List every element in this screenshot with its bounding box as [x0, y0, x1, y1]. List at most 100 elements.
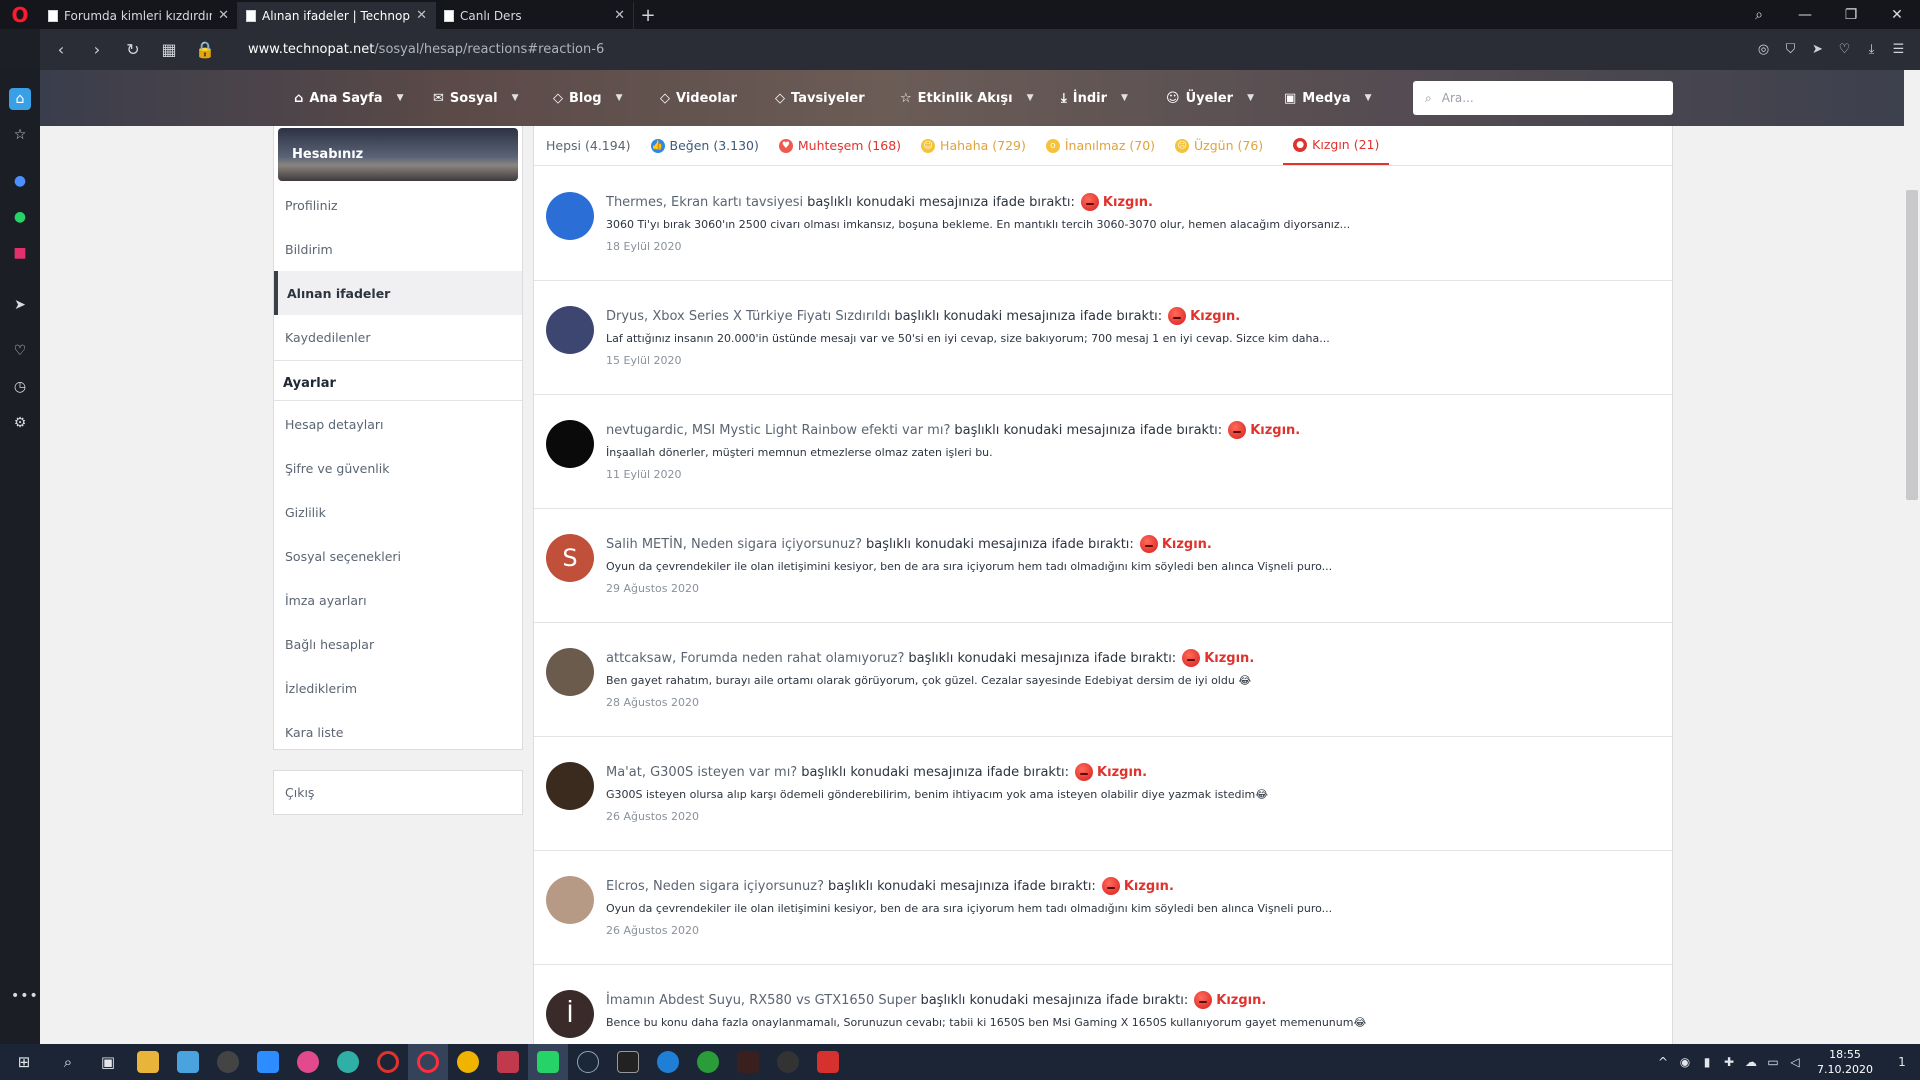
app-icon[interactable]: [488, 1044, 528, 1080]
file-explorer-icon[interactable]: [128, 1044, 168, 1080]
app-icon[interactable]: [728, 1044, 768, 1080]
task-view-icon[interactable]: ▣: [88, 1044, 128, 1080]
settings-item-izlediklerim[interactable]: İzlediklerim: [274, 666, 522, 710]
message-excerpt[interactable]: Ben gayet rahatım, burayı aile ortamı ol…: [606, 674, 1251, 687]
heart-icon[interactable]: ♡: [1831, 42, 1858, 57]
send-icon[interactable]: ➤: [1804, 42, 1831, 57]
tab-hahaha[interactable]: ☺ Hahaha (729): [921, 126, 1026, 165]
snapshot-icon[interactable]: ◎: [1750, 42, 1777, 57]
thread-link[interactable]: Salih METİN, Neden sigara içiyorsunuz?: [606, 537, 862, 552]
account-item-kaydedilenler[interactable]: Kaydedilenler: [274, 315, 522, 359]
nav-indir[interactable]: ⤓ İndir ▼: [1061, 70, 1128, 126]
messenger-icon[interactable]: ●: [9, 170, 31, 192]
account-item-profiliniz[interactable]: Profiliniz: [274, 183, 522, 227]
reaction-list-item[interactable]: Thermes, Ekran kartı tavsiyesi başlıklı k…: [534, 167, 1672, 281]
back-icon[interactable]: ‹: [46, 35, 76, 65]
settings-icon[interactable]: ⚙: [9, 412, 31, 434]
heart-icon[interactable]: ♡: [9, 340, 31, 362]
avatar[interactable]: [546, 876, 594, 924]
browser-tab-3[interactable]: Canlı Ders ✕: [436, 2, 634, 29]
browser-tab-2[interactable]: Alınan ifadeler | Technopat ✕: [238, 2, 436, 29]
instagram-icon[interactable]: ■: [9, 242, 31, 264]
account-item-alinan-ifadeler[interactable]: Alınan ifadeler: [274, 271, 522, 315]
thread-link[interactable]: Dryus, Xbox Series X Türkiye Fiyatı Sızd…: [606, 309, 890, 324]
reaction-list-item[interactable]: nevtugardic, MSI Mystic Light Rainbow ef…: [534, 395, 1672, 509]
nav-uyeler[interactable]: ☺ Üyeler ▼: [1166, 70, 1254, 126]
settings-item-sosyal-secenekleri[interactable]: Sosyal seçenekleri: [274, 534, 522, 578]
nav-tavsiyeler[interactable]: ◇ Tavsiyeler: [775, 70, 865, 126]
avatar[interactable]: [546, 420, 594, 468]
reaction-list-item[interactable]: Elcros, Neden sigara içiyorsunuz? başlıkl…: [534, 851, 1672, 965]
windows-start-icon[interactable]: ⊞: [0, 1044, 48, 1080]
opera-menu-icon[interactable]: O: [0, 0, 40, 29]
reaction-list-item[interactable]: attcaksaw, Forumda neden rahat olamıyoru…: [534, 623, 1672, 737]
settings-item-imza-ayarlari[interactable]: İmza ayarları: [274, 578, 522, 622]
shield-icon[interactable]: ⛉: [1777, 42, 1804, 57]
close-tab-icon[interactable]: ✕: [218, 8, 229, 23]
settings-item-kara-liste[interactable]: Kara liste: [274, 710, 522, 754]
zoom-icon[interactable]: [248, 1044, 288, 1080]
xbox-icon[interactable]: [688, 1044, 728, 1080]
close-tab-icon[interactable]: ✕: [416, 8, 427, 23]
reaction-list-item[interactable]: Ma'at, G300S isteyen var mı? başlıklı kon…: [534, 737, 1672, 851]
reaction-list-item[interactable]: Dryus, Xbox Series X Türkiye Fiyatı Sızd…: [534, 281, 1672, 395]
message-excerpt[interactable]: 3060 Ti'yı bırak 3060'ın 2500 civarı olm…: [606, 218, 1350, 231]
menu-icon[interactable]: ☰: [1885, 42, 1912, 57]
search-input[interactable]: ⌕ Ara...: [1413, 81, 1673, 115]
close-tab-icon[interactable]: ✕: [614, 8, 625, 23]
network-icon[interactable]: ▭: [1762, 1055, 1784, 1069]
tab-inanilmaz[interactable]: o İnanılmaz (70): [1045, 126, 1155, 165]
music-icon[interactable]: [288, 1044, 328, 1080]
app-icon[interactable]: [168, 1044, 208, 1080]
settings-item-gizlilik[interactable]: Gizlilik: [274, 490, 522, 534]
app-icon[interactable]: [648, 1044, 688, 1080]
avatar[interactable]: [546, 648, 594, 696]
speed-dial-icon[interactable]: ▦: [154, 35, 184, 65]
message-excerpt[interactable]: İnşaallah dönerler, müşteri memnun etmez…: [606, 446, 993, 459]
nav-etkinlik-akisi[interactable]: ☆ Etkinlik Akışı ▼: [900, 70, 1033, 126]
more-icon[interactable]: •••: [11, 988, 39, 1004]
reaction-list-item[interactable]: İ İmamın Abdest Suyu, RX580 vs GTX1650 Su…: [534, 965, 1672, 1044]
tab-begen[interactable]: 👍 Beğen (3.130): [650, 126, 759, 165]
home-icon[interactable]: ⌂: [9, 88, 31, 110]
nav-blog[interactable]: ◇ Blog ▼: [553, 70, 623, 126]
notification-icon[interactable]: 1: [1884, 1055, 1920, 1069]
thread-link[interactable]: İmamın Abdest Suyu, RX580 vs GTX1650 Sup…: [606, 993, 916, 1008]
message-excerpt[interactable]: Oyun da çevrendekiler ile olan iletişimi…: [606, 560, 1332, 573]
page-scrollbar[interactable]: [1904, 70, 1920, 1044]
close-window-icon[interactable]: ✕: [1874, 0, 1920, 29]
flow-icon[interactable]: ➤: [9, 294, 31, 316]
reload-icon[interactable]: ↻: [118, 35, 148, 65]
download-icon[interactable]: ⤓: [1858, 42, 1885, 57]
volume-icon[interactable]: ◁: [1784, 1055, 1806, 1069]
star-icon[interactable]: ☆: [9, 124, 31, 146]
app-icon[interactable]: [768, 1044, 808, 1080]
thread-link[interactable]: attcaksaw, Forumda neden rahat olamıyoru…: [606, 651, 904, 666]
app-icon[interactable]: [208, 1044, 248, 1080]
avatar[interactable]: [546, 192, 594, 240]
history-icon[interactable]: ◷: [9, 376, 31, 398]
message-excerpt[interactable]: Laf attığınız insanın 20.000'in üstünde …: [606, 332, 1330, 345]
search-icon[interactable]: ⌕: [48, 1044, 88, 1080]
thread-link[interactable]: Thermes, Ekran kartı tavsiyesi: [606, 195, 803, 210]
message-excerpt[interactable]: Bence bu konu daha fazla onaylanmamalı, …: [606, 1016, 1366, 1029]
minimize-icon[interactable]: —: [1782, 0, 1828, 29]
clock[interactable]: 18:55 7.10.2020: [1806, 1047, 1884, 1077]
among-us-icon[interactable]: [808, 1044, 848, 1080]
account-item-bildirim[interactable]: Bildirim: [274, 227, 522, 271]
epic-games-icon[interactable]: [608, 1044, 648, 1080]
chevron-up-icon[interactable]: ^: [1652, 1055, 1674, 1069]
tab-hepsi[interactable]: Hepsi (4.194): [546, 126, 631, 165]
microphone-icon[interactable]: ▮: [1696, 1055, 1718, 1069]
tab-uzgun[interactable]: ☹ Üzgün (76): [1175, 126, 1263, 165]
restore-icon[interactable]: ❐: [1828, 0, 1874, 29]
browser-tab-1[interactable]: Forumda kimleri kızdırdınız ✕: [40, 2, 238, 29]
nav-ana-sayfa[interactable]: ⌂ Ana Sayfa ▼: [294, 70, 404, 126]
edge-icon[interactable]: [328, 1044, 368, 1080]
whatsapp-icon[interactable]: ●: [9, 206, 31, 228]
settings-item-sifre-guvenlik[interactable]: Şifre ve güvenlik: [274, 446, 522, 490]
chrome-icon[interactable]: [448, 1044, 488, 1080]
thread-link[interactable]: Ma'at, G300S isteyen var mı?: [606, 765, 797, 780]
tray-app-icon[interactable]: ✚: [1718, 1055, 1740, 1069]
new-tab-button[interactable]: +: [634, 2, 662, 29]
